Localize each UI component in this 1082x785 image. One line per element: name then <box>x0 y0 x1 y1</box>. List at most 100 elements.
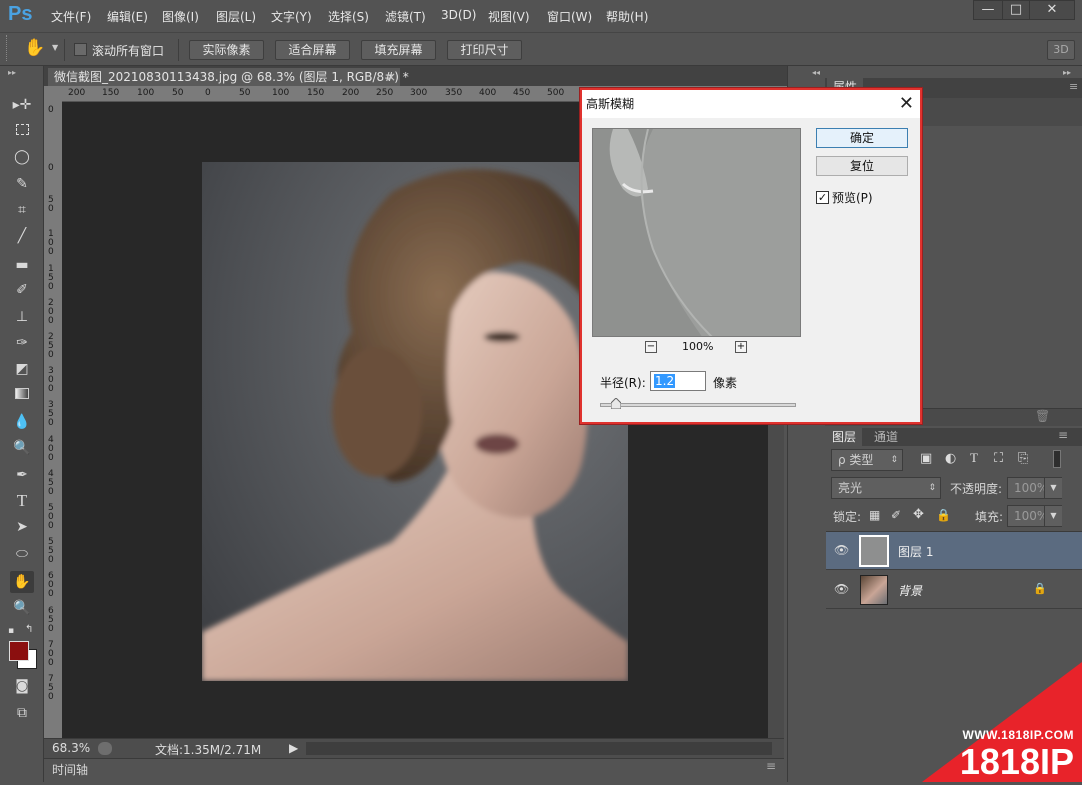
collapse-arrows-icon[interactable]: ▸▸ <box>8 68 16 77</box>
fit-screen-button[interactable]: 适合屏幕 <box>275 40 350 60</box>
document-tab[interactable]: 微信截图_20210830113438.jpg @ 68.3% (图层 1, R… <box>48 68 400 86</box>
swap-colors-icon[interactable]: ↰ <box>25 624 33 635</box>
healing-brush-tool-icon[interactable]: ▬ <box>10 254 34 276</box>
hand-tool-icon[interactable]: ✋ <box>10 571 34 593</box>
zoom-in-button[interactable]: + <box>735 341 747 353</box>
horizontal-scrollbar[interactable] <box>306 742 772 755</box>
trash-icon[interactable]: 🗑 <box>1035 409 1050 423</box>
lock-transparent-icon[interactable]: ▦ <box>869 508 880 522</box>
grip-handle[interactable] <box>6 35 9 61</box>
screen-mode-icon[interactable]: ⧉ <box>10 702 34 724</box>
layer-filter-dropdown[interactable]: ρ 类型 ⇕ <box>831 449 903 471</box>
filter-type-icon[interactable]: T <box>970 450 978 466</box>
minimize-button[interactable]: — <box>973 0 1003 20</box>
layer-name[interactable]: 图层 1 <box>898 543 933 560</box>
expand-arrows-icon[interactable]: ▸▸ <box>1063 68 1071 77</box>
default-colors-icon[interactable]: ▪ <box>8 626 14 636</box>
lock-position-icon[interactable]: ✥ <box>913 507 924 522</box>
menu-help[interactable]: 帮助(H) <box>606 8 648 25</box>
panel-menu-icon[interactable]: ≡ <box>1058 428 1068 442</box>
lock-all-icon[interactable]: 🔒 <box>936 508 951 522</box>
actual-pixels-button[interactable]: 实际像素 <box>189 40 264 60</box>
menu-3d[interactable]: 3D(D) <box>441 8 476 22</box>
dodge-tool-icon[interactable]: 🔍 <box>10 437 34 459</box>
zoom-out-button[interactable]: − <box>645 341 657 353</box>
maximize-button[interactable]: □ <box>1002 0 1030 20</box>
layer-row-background[interactable]: 👁 背景 🔒 <box>826 571 1082 609</box>
status-menu-arrow-icon[interactable]: ▶ <box>289 741 298 755</box>
shape-tool-icon[interactable]: ⬭ <box>10 543 34 565</box>
zoom-level[interactable]: 68.3% <box>52 741 90 755</box>
close-icon[interactable]: ✕ <box>899 92 914 116</box>
menu-edit[interactable]: 编辑(E) <box>107 8 148 25</box>
blur-tool-icon[interactable]: 💧 <box>10 411 34 433</box>
blur-preview[interactable] <box>592 128 801 337</box>
radius-slider-thumb[interactable] <box>611 398 621 409</box>
fill-screen-button[interactable]: 填充屏幕 <box>361 40 436 60</box>
vertical-ruler[interactable]: 0 0 5 0 1 0 0 1 5 0 2 0 0 2 5 0 3 0 0 3 … <box>44 102 62 738</box>
foreground-color-swatch[interactable] <box>9 641 29 661</box>
close-tab-icon[interactable]: × <box>386 68 396 86</box>
pen-tool-icon[interactable]: ✒ <box>10 464 34 486</box>
layer-row-layer1[interactable]: 👁 图层 1 <box>826 532 1082 570</box>
filter-shape-icon[interactable]: ⛶ <box>994 451 1003 466</box>
portrait-photo[interactable] <box>202 162 628 681</box>
blend-mode-dropdown[interactable]: 亮光 ⇕ <box>831 477 941 499</box>
clone-stamp-tool-icon[interactable]: ⊥ <box>10 306 34 328</box>
eyedropper-tool-icon[interactable]: ╱ <box>10 225 34 247</box>
crop-tool-icon[interactable]: ⌗ <box>10 199 34 221</box>
radius-slider[interactable] <box>600 403 796 407</box>
fill-dropdown-arrow-icon[interactable]: ▼ <box>1044 506 1062 526</box>
lock-image-icon[interactable]: ✐ <box>891 508 901 522</box>
tool-preset-dropdown-icon[interactable]: ▼ <box>52 43 58 52</box>
menu-type[interactable]: 文字(Y) <box>271 8 312 25</box>
menu-filter[interactable]: 滤镜(T) <box>385 8 426 25</box>
zoom-tool-icon[interactable]: 🔍 <box>10 597 34 619</box>
ruler-label: 50 <box>239 88 250 98</box>
eraser-tool-icon[interactable]: ◩ <box>10 358 34 380</box>
visibility-eye-icon[interactable]: 👁 <box>834 582 849 596</box>
filter-pixel-layer-icon[interactable]: ▣ <box>920 451 932 466</box>
preview-label[interactable]: 预览(P) <box>832 189 873 206</box>
opacity-dropdown-arrow-icon[interactable]: ▼ <box>1044 478 1062 498</box>
type-tool-icon[interactable]: T <box>10 490 34 512</box>
brush-tool-icon[interactable]: ✐ <box>10 279 34 301</box>
scroll-all-checkbox[interactable] <box>74 43 87 56</box>
marquee-tool-icon[interactable] <box>10 120 34 142</box>
hand-tool-icon[interactable]: ✋ <box>24 38 45 58</box>
radius-input[interactable]: 1.2 <box>650 371 706 391</box>
filter-toggle-switch[interactable] <box>1053 450 1061 468</box>
menu-image[interactable]: 图像(I) <box>162 8 199 25</box>
filter-adjustment-icon[interactable]: ◐ <box>945 451 956 466</box>
layer-name[interactable]: 背景 <box>898 582 922 599</box>
gradient-tool-icon[interactable] <box>10 384 34 406</box>
tab-channels[interactable]: 通道 <box>868 428 904 446</box>
menu-select[interactable]: 选择(S) <box>328 8 369 25</box>
timeline-label[interactable]: 时间轴 <box>52 761 88 778</box>
filter-smart-object-icon[interactable]: ⎘ <box>1018 451 1028 466</box>
reset-button[interactable]: 复位 <box>816 156 908 176</box>
dialog-title-bar[interactable]: 高斯模糊 ✕ <box>582 90 920 118</box>
ruler-origin[interactable] <box>44 86 62 102</box>
panel-menu-icon[interactable]: ≡ <box>1069 80 1078 93</box>
panel-menu-icon[interactable]: ≡ <box>766 759 776 773</box>
preview-checkbox[interactable]: ✓ <box>816 191 829 204</box>
history-brush-tool-icon[interactable]: ✑ <box>10 332 34 354</box>
print-size-button[interactable]: 打印尺寸 <box>447 40 522 60</box>
menu-layer[interactable]: 图层(L) <box>216 8 256 25</box>
lasso-tool-icon[interactable]: ◯ <box>10 146 34 168</box>
menu-window[interactable]: 窗口(W) <box>547 8 592 25</box>
menu-view[interactable]: 视图(V) <box>488 8 530 25</box>
collapse-arrows-icon[interactable]: ◂◂ <box>812 68 820 77</box>
quick-mask-icon[interactable]: ◙ <box>10 675 34 697</box>
status-info-icon[interactable] <box>98 742 112 755</box>
menu-file[interactable]: 文件(F) <box>51 8 91 25</box>
quick-selection-tool-icon[interactable]: ✎ <box>10 173 34 195</box>
move-tool-icon[interactable]: ▸✛ <box>10 94 34 116</box>
3d-mode-button[interactable]: 3D <box>1047 40 1075 60</box>
path-selection-tool-icon[interactable]: ➤ <box>10 516 34 538</box>
close-window-button[interactable]: ✕ <box>1029 0 1075 20</box>
ok-button[interactable]: 确定 <box>816 128 908 148</box>
tab-layers[interactable]: 图层 <box>826 428 862 446</box>
visibility-eye-icon[interactable]: 👁 <box>834 543 849 557</box>
